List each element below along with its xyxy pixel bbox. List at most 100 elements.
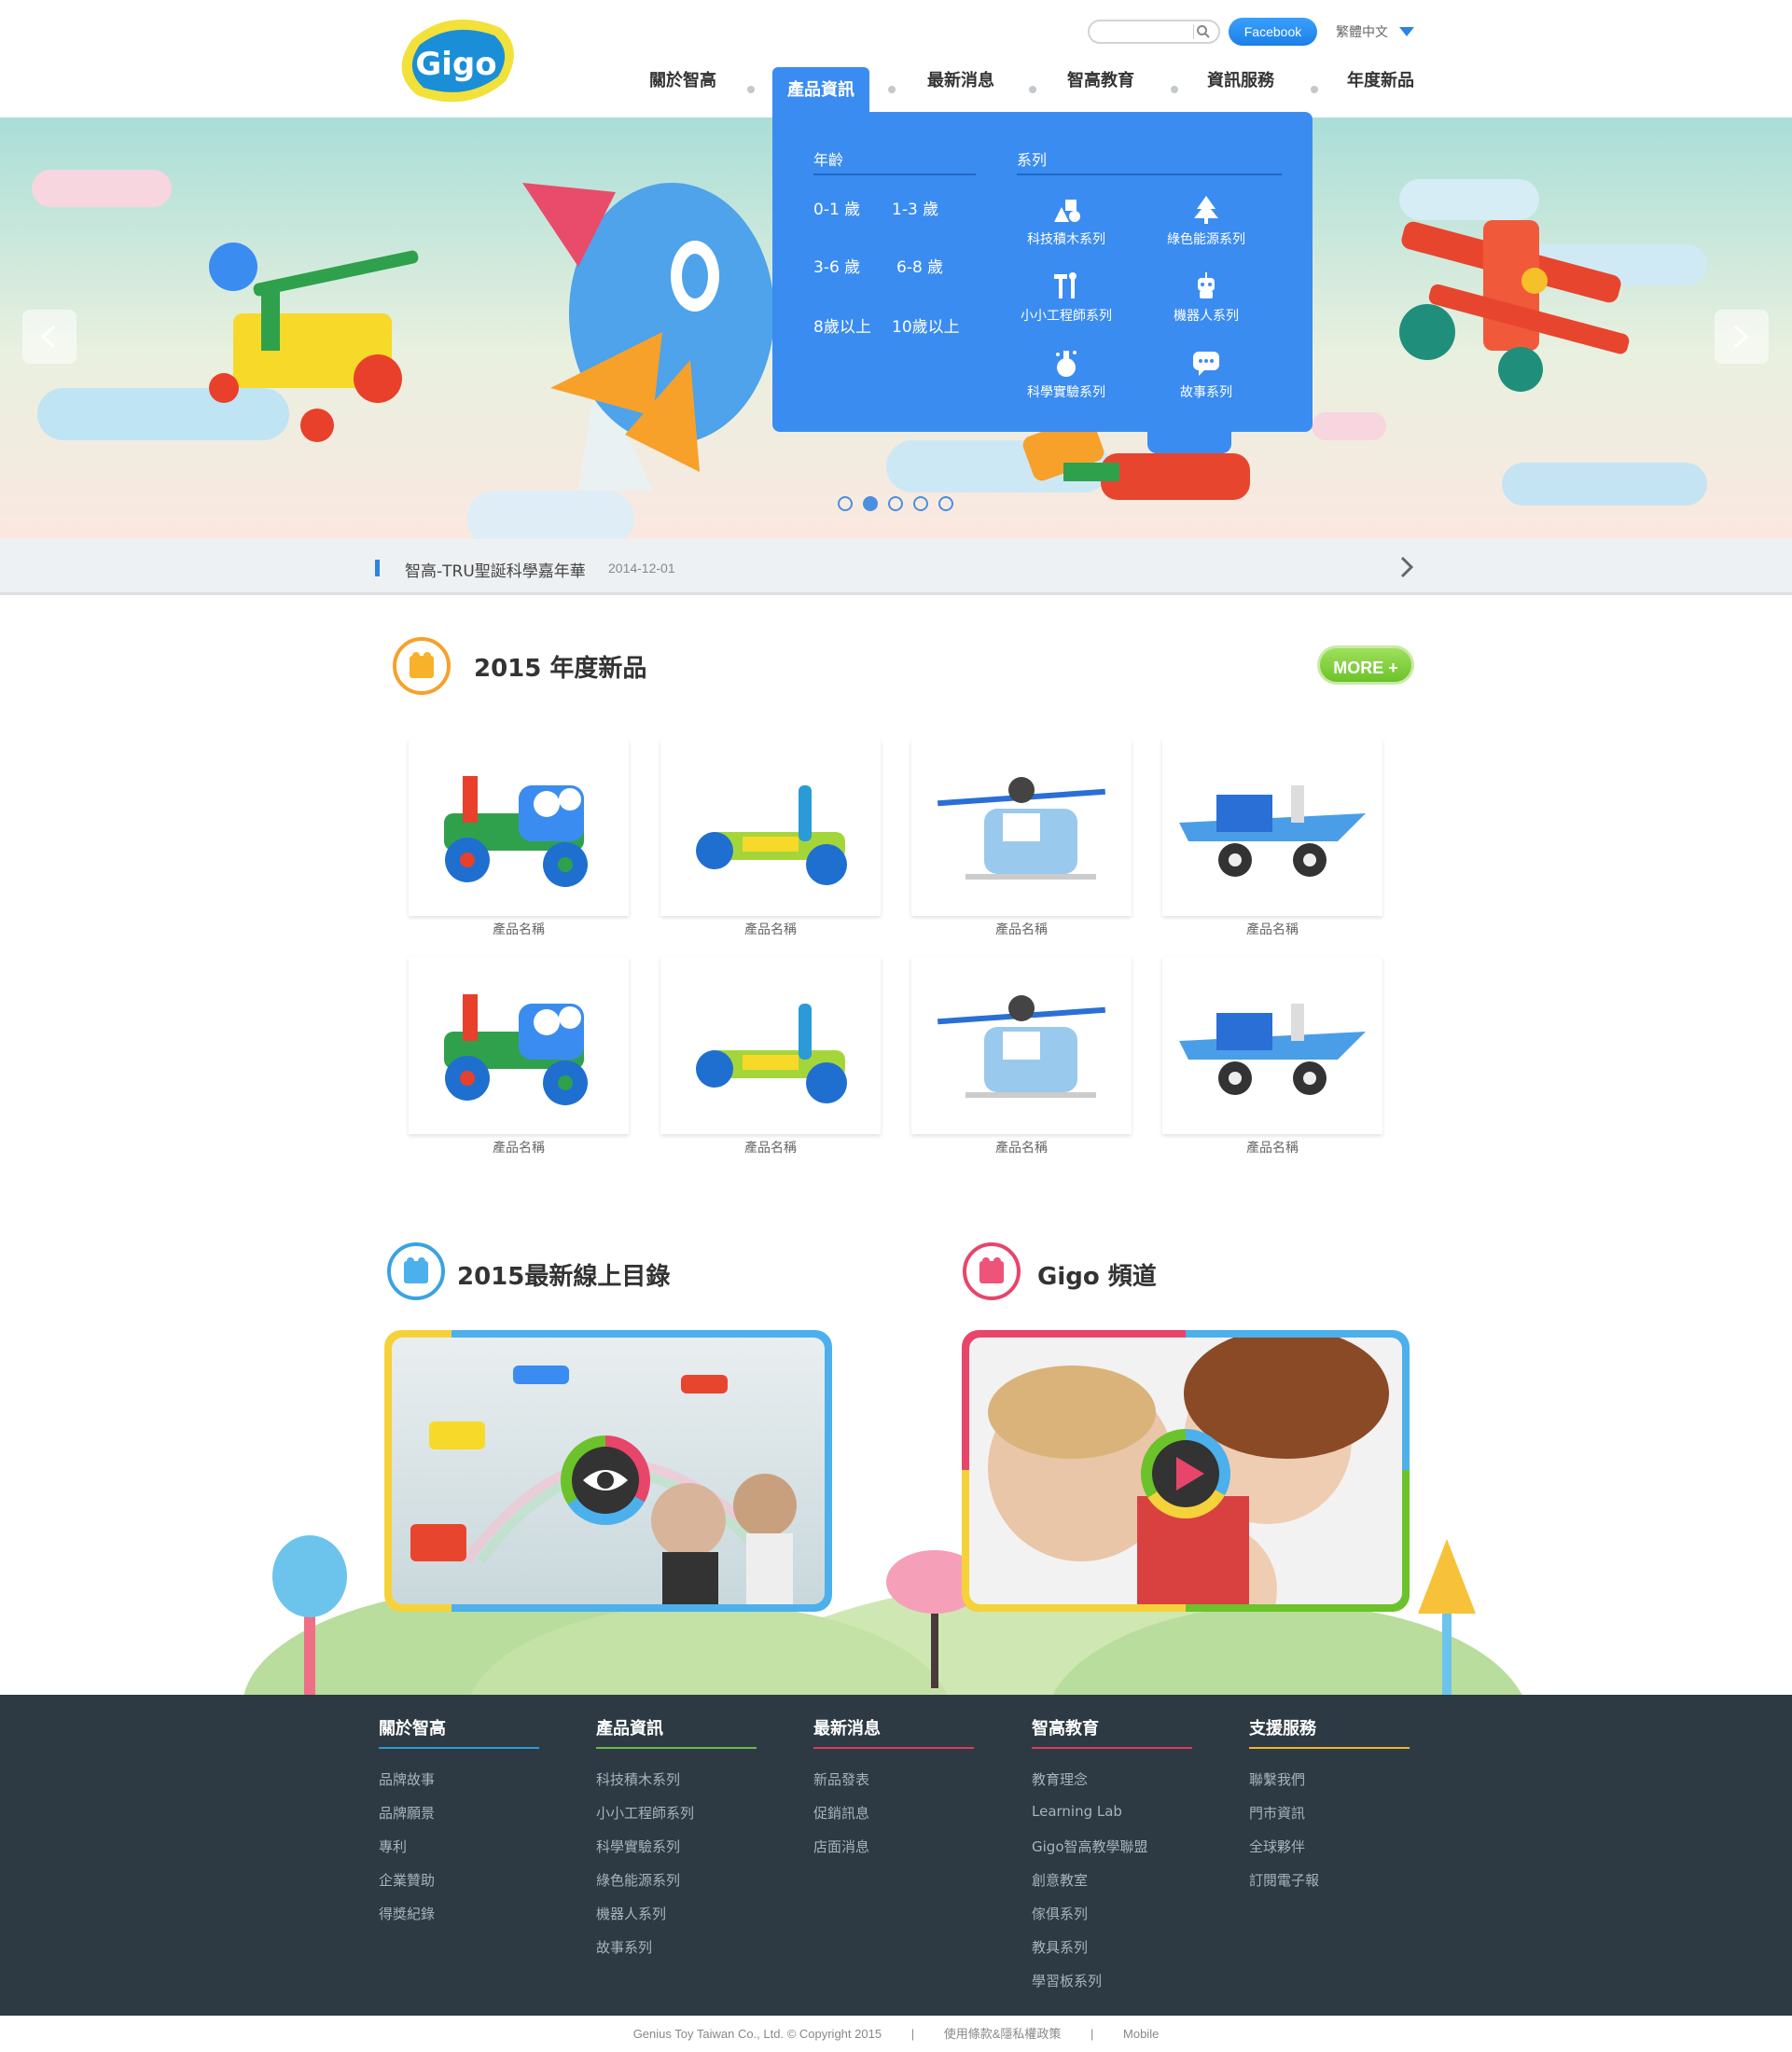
footer-link[interactable]: 門市資訊: [1249, 1803, 1305, 1823]
nav-item-services[interactable]: 資訊服務: [1207, 67, 1274, 91]
catalog-section-icon: [387, 1242, 445, 1300]
age-link[interactable]: 10歲以上: [892, 313, 960, 337]
footer-link[interactable]: 聯繫我們: [1249, 1769, 1305, 1789]
product-card[interactable]: [1162, 957, 1382, 1134]
footer-column-title[interactable]: 最新消息: [813, 1715, 881, 1740]
nav-item-education[interactable]: 智高教育: [1067, 67, 1134, 91]
age-link[interactable]: 8歲以上: [813, 313, 871, 337]
footer-link[interactable]: 教具系列: [1032, 1937, 1088, 1957]
footer-link[interactable]: 學習板系列: [1032, 1971, 1102, 1990]
play-icon: [1176, 1457, 1204, 1490]
separator: |: [1090, 2027, 1094, 2041]
footer-link[interactable]: 機器人系列: [596, 1904, 666, 1923]
product-image: [1179, 1004, 1366, 1095]
age-link[interactable]: 0-1 歲: [813, 196, 860, 219]
product-card[interactable]: [660, 739, 881, 916]
speech-bubble-icon: [1193, 352, 1219, 376]
nav-item-news[interactable]: 最新消息: [927, 67, 994, 91]
footer-link[interactable]: 綠色能源系列: [596, 1870, 680, 1890]
product-name[interactable]: 產品名稱: [409, 920, 629, 938]
search-icon[interactable]: [1196, 24, 1211, 39]
footer-link[interactable]: Learning Lab: [1032, 1803, 1122, 1820]
series-item-green-energy[interactable]: 綠色能源系列: [1136, 194, 1276, 248]
footer-link[interactable]: 得獎紀錄: [379, 1904, 435, 1923]
footer-link[interactable]: 品牌故事: [379, 1769, 435, 1789]
footer-link[interactable]: 小小工程師系列: [596, 1803, 694, 1823]
footer-link[interactable]: 促銷訊息: [813, 1803, 869, 1823]
footer-link[interactable]: 店面消息: [813, 1837, 869, 1856]
series-item-robot[interactable]: 機器人系列: [1136, 270, 1276, 325]
nav-item-products[interactable]: 產品資訊: [772, 76, 869, 101]
chevron-down-icon[interactable]: [1399, 27, 1414, 36]
terms-link[interactable]: 使用條款&隱私權政策: [944, 2027, 1062, 2041]
series-item-tech-blocks[interactable]: 科技積木系列: [996, 194, 1136, 248]
site-footer: 關於智高品牌故事品牌願景專利企業贊助得獎紀錄 產品資訊科技積木系列 小小工程師系列科…: [0, 1695, 1792, 2016]
toy-helicopter-illustration: [209, 243, 419, 442]
series-item-story[interactable]: 故事系列: [1136, 347, 1276, 401]
footer-link[interactable]: 教育理念: [1032, 1769, 1088, 1789]
site-header: Gigo Facebook 繁體中文 產品資訊 關於智高 最新消息 智高教育 資…: [0, 0, 1792, 119]
search-input[interactable]: [1099, 21, 1202, 43]
footer-column-title[interactable]: 智高教育: [1032, 1715, 1099, 1740]
age-link[interactable]: 3-6 歲: [813, 254, 860, 277]
product-card[interactable]: [409, 739, 629, 916]
footer-link[interactable]: 全球夥伴: [1249, 1837, 1305, 1856]
product-name[interactable]: 產品名稱: [911, 920, 1132, 938]
slider-dot[interactable]: [938, 496, 953, 511]
ticker-news-title[interactable]: 智高-TRU聖誕科學嘉年華: [405, 558, 586, 581]
product-name[interactable]: 產品名稱: [911, 1138, 1132, 1157]
blocks-shapes-icon: [1054, 200, 1080, 222]
series-item-little-engineer[interactable]: 小小工程師系列: [996, 270, 1136, 325]
ticker-marker: [375, 560, 380, 576]
footer-link[interactable]: 企業贊助: [379, 1870, 435, 1890]
footer-column-title[interactable]: 關於智高: [379, 1715, 446, 1740]
footer-link[interactable]: 創意教室: [1032, 1870, 1088, 1890]
series-item-science-lab[interactable]: 科學實驗系列: [996, 347, 1136, 401]
footer-link[interactable]: 傢俱系列: [1032, 1904, 1088, 1923]
product-card[interactable]: [911, 739, 1132, 916]
product-card[interactable]: [409, 957, 629, 1134]
slider-dot[interactable]: [838, 496, 853, 511]
catalog-frame[interactable]: [384, 1330, 832, 1612]
age-link[interactable]: 6-8 歲: [896, 254, 943, 277]
footer-link[interactable]: 故事系列: [596, 1937, 652, 1957]
product-card[interactable]: [911, 957, 1132, 1134]
language-selector[interactable]: 繁體中文: [1336, 22, 1388, 41]
footer-column-divider: [1249, 1747, 1410, 1749]
catalog-view-button[interactable]: [561, 1435, 650, 1525]
product-name[interactable]: 產品名稱: [1162, 1138, 1382, 1157]
product-name[interactable]: 產品名稱: [1162, 920, 1382, 938]
slider-next-button[interactable]: [1715, 310, 1769, 364]
slider-dot[interactable]: [863, 496, 878, 511]
product-image: [444, 776, 588, 887]
hills-decoration: [243, 1535, 1522, 1696]
product-card[interactable]: [1162, 739, 1382, 916]
product-card[interactable]: [660, 957, 881, 1134]
product-name[interactable]: 產品名稱: [660, 1138, 881, 1157]
chevron-right-icon[interactable]: [1397, 555, 1416, 579]
footer-column-title[interactable]: 產品資訊: [596, 1715, 663, 1740]
age-link[interactable]: 1-3 歲: [892, 196, 938, 219]
footer-link[interactable]: 新品發表: [813, 1769, 869, 1789]
channel-frame[interactable]: [962, 1330, 1410, 1612]
footer-link[interactable]: 專利: [379, 1837, 407, 1856]
footer-column-title[interactable]: 支援服務: [1249, 1715, 1316, 1740]
gigo-logo[interactable]: Gigo: [394, 11, 519, 108]
nav-item-new-products[interactable]: 年度新品: [1347, 67, 1414, 91]
footer-link[interactable]: 科學實驗系列: [596, 1837, 680, 1856]
product-name[interactable]: 產品名稱: [660, 920, 881, 938]
footer-link[interactable]: 科技積木系列: [596, 1769, 680, 1789]
channel-play-button[interactable]: [1141, 1429, 1230, 1518]
footer-link[interactable]: 訂閱電子報: [1249, 1870, 1319, 1890]
slider-prev-button[interactable]: [22, 310, 76, 364]
footer-link[interactable]: 品牌願景: [379, 1803, 435, 1823]
more-button[interactable]: MORE +: [1317, 645, 1414, 685]
slider-dot[interactable]: [913, 496, 928, 511]
facebook-button[interactable]: Facebook: [1229, 18, 1317, 46]
age-column-title: 年齡: [813, 151, 844, 169]
footer-link[interactable]: Gigo智高教學聯盟: [1032, 1837, 1148, 1856]
nav-item-about[interactable]: 關於智高: [649, 67, 716, 91]
product-name[interactable]: 產品名稱: [409, 1138, 629, 1157]
mobile-link[interactable]: Mobile: [1123, 2027, 1159, 2041]
slider-dot[interactable]: [888, 496, 903, 511]
